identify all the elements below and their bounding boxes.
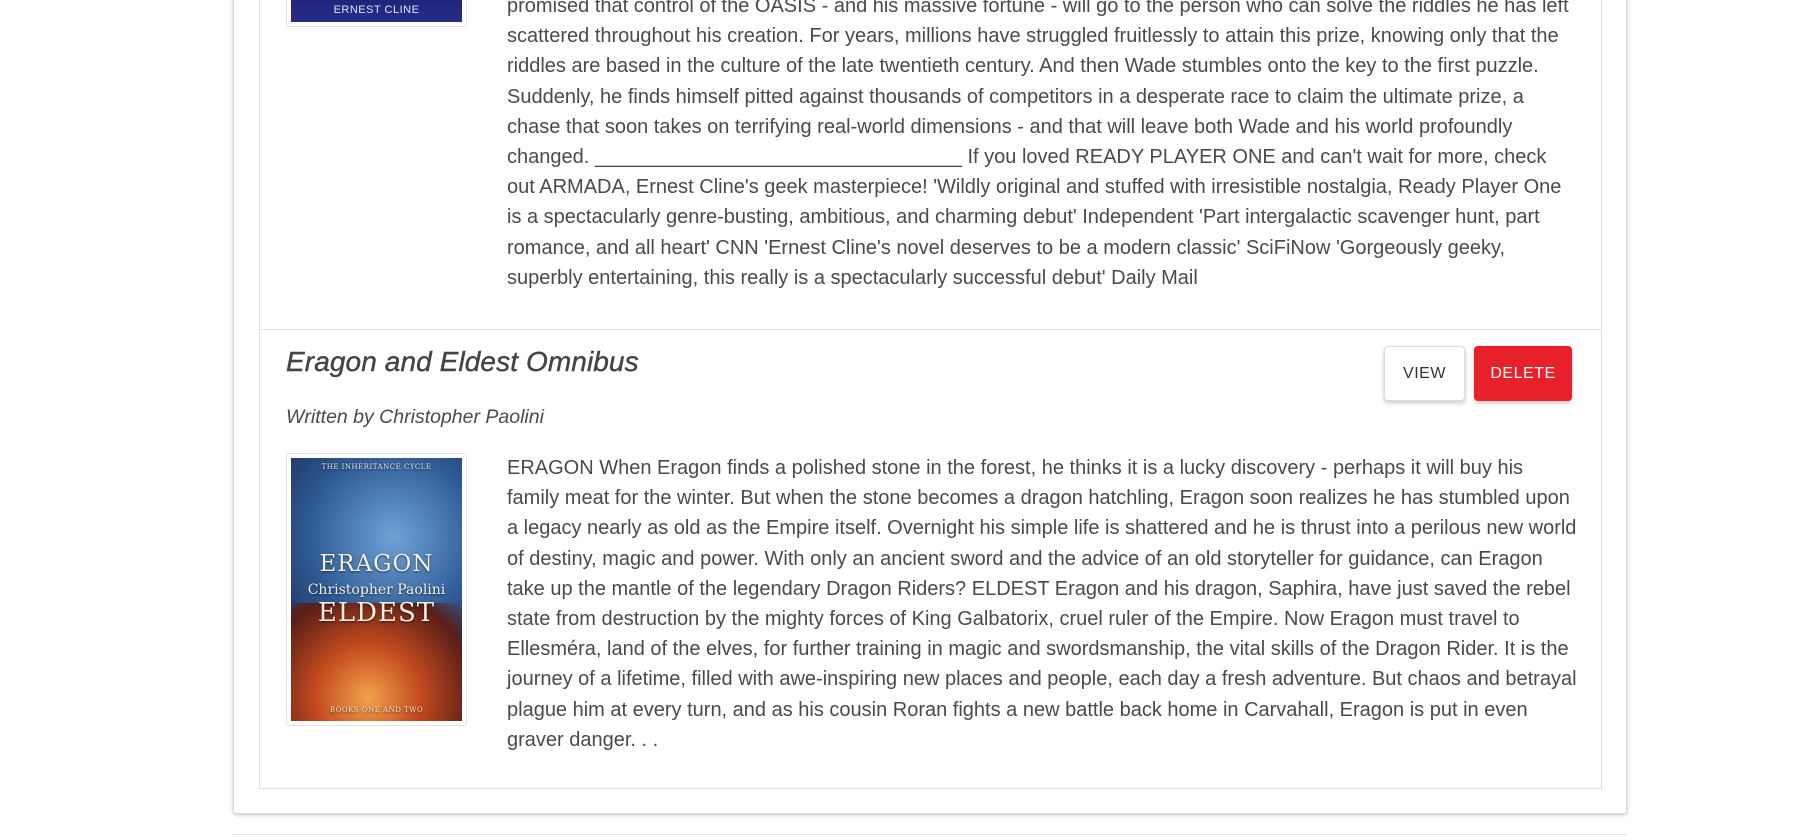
cover-author-text: ERNEST CLINE: [333, 4, 420, 16]
book-cover-thumbnail[interactable]: ERNEST CLINE: [286, 0, 467, 27]
cover-title-a: ERAGON: [319, 551, 434, 577]
book-description: promised that control of the OASIS - and…: [507, 0, 1569, 289]
book-description: ERAGON When Eragon finds a polished ston…: [507, 457, 1577, 751]
cover-author-text: Christopher Paolini: [307, 582, 446, 598]
list-divider: [259, 329, 1602, 330]
book-title: Eragon and Eldest Omnibus: [286, 346, 639, 377]
view-button[interactable]: VIEW: [1384, 346, 1465, 401]
book-author: Written by Christopher Paolini: [286, 406, 544, 428]
cover-footer-text: BOOKS ONE AND TWO: [329, 706, 424, 714]
cover-series-text: THE INHERITANCE CYCLE: [321, 463, 432, 471]
delete-button[interactable]: DELETE: [1474, 346, 1572, 401]
book-cover-image: ERNEST CLINE: [291, 0, 462, 22]
book-cover-thumbnail[interactable]: THE INHERITANCE CYCLE ERAGON Christopher…: [286, 453, 467, 726]
next-panel-edge: [233, 834, 1627, 835]
cover-title-b: ELDEST: [317, 598, 436, 628]
book-cover-image: THE INHERITANCE CYCLE ERAGON Christopher…: [291, 458, 462, 721]
